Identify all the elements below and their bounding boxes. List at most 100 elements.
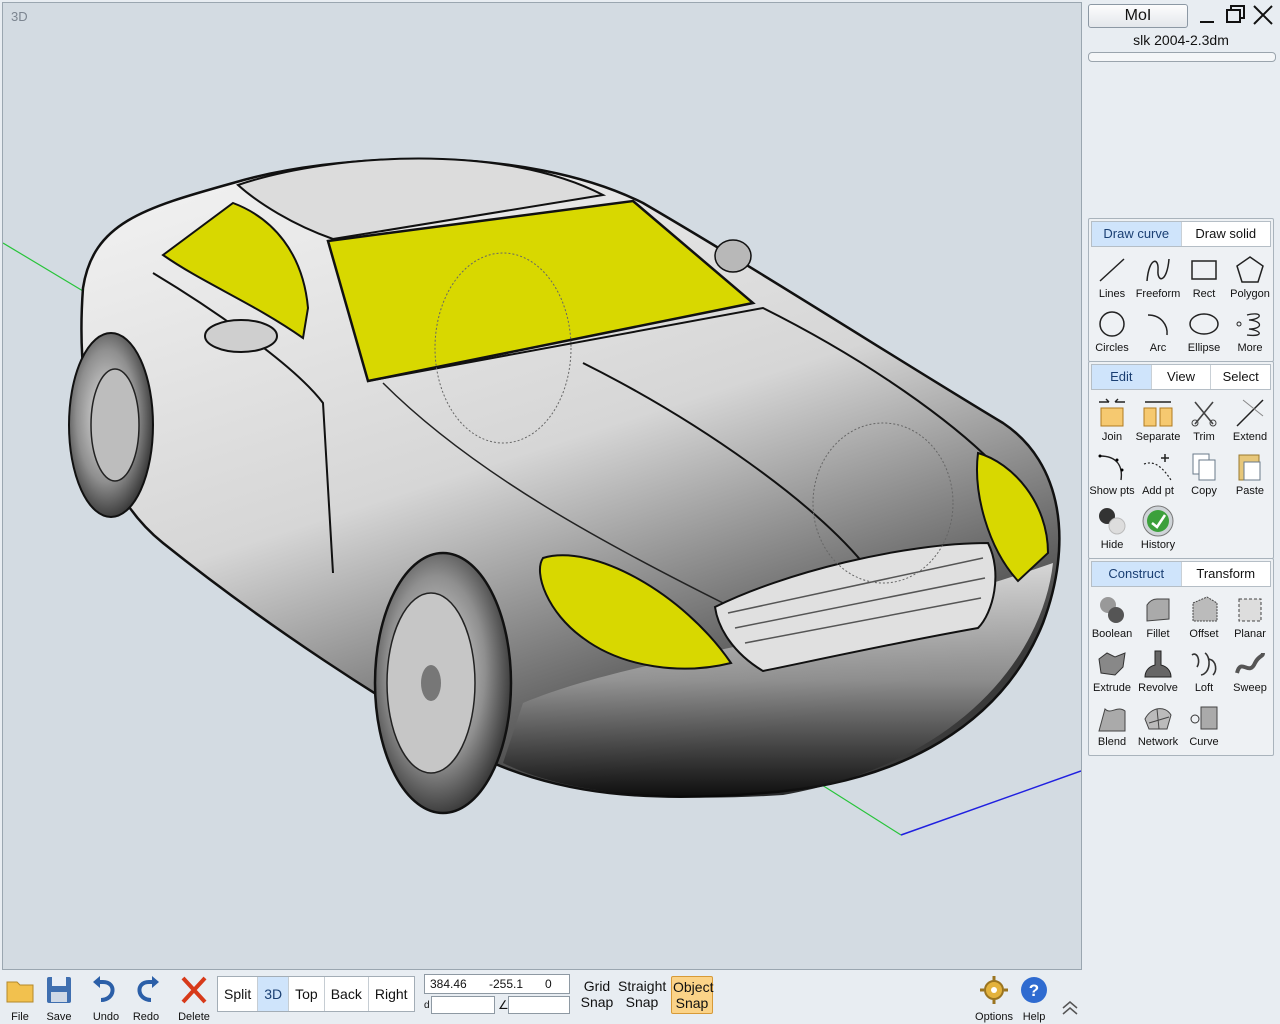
freeform-button[interactable]: Freeform — [1135, 251, 1181, 305]
car-model-render — [3, 157, 1081, 836]
curve-icon — [1190, 706, 1218, 730]
delete-icon — [181, 976, 207, 1004]
circles-button[interactable]: Circles — [1089, 305, 1135, 359]
undo-button[interactable]: Undo — [84, 974, 128, 1023]
curve-button[interactable]: Curve — [1181, 699, 1227, 753]
trim-icon — [1191, 401, 1217, 427]
view-right-button[interactable]: Right — [369, 977, 414, 1011]
extrude-button[interactable]: Extrude — [1089, 645, 1135, 699]
file-button[interactable]: File — [0, 974, 42, 1023]
help-button[interactable]: ? Help — [1012, 974, 1056, 1023]
offset-button[interactable]: Offset — [1181, 591, 1227, 645]
minimize-icon[interactable] — [1194, 2, 1220, 28]
copy-button[interactable]: Copy — [1181, 448, 1227, 502]
view-3d-button[interactable]: 3D — [258, 977, 290, 1011]
redo-button[interactable]: Redo — [124, 974, 168, 1023]
viewport-3d[interactable]: 3D — [2, 2, 1082, 970]
ellipse-button[interactable]: Ellipse — [1181, 305, 1227, 359]
join-button[interactable]: Join — [1089, 394, 1135, 448]
copy-icon — [1192, 453, 1216, 481]
rect-button[interactable]: Rect — [1181, 251, 1227, 305]
revolve-button[interactable]: Revolve — [1135, 645, 1181, 699]
arc-icon — [1147, 314, 1168, 336]
revolve-icon — [1144, 650, 1172, 678]
delete-button[interactable]: Delete — [172, 974, 216, 1023]
blend-icon — [1098, 708, 1126, 732]
command-scrollbar[interactable] — [1088, 52, 1276, 62]
planar-button[interactable]: Planar — [1227, 591, 1273, 645]
tab-draw-solid[interactable]: Draw solid — [1182, 222, 1271, 246]
save-icon — [47, 977, 71, 1003]
join-icon — [1099, 398, 1125, 427]
blend-button[interactable]: Blend — [1089, 699, 1135, 753]
help-icon: ? — [1021, 977, 1047, 1003]
view-split-button[interactable]: Split — [218, 977, 259, 1011]
offset-icon — [1192, 596, 1218, 622]
tab-construct[interactable]: Construct — [1092, 562, 1182, 586]
fillet-icon — [1146, 598, 1170, 622]
angle-input[interactable] — [508, 996, 570, 1014]
freeform-icon — [1146, 258, 1170, 282]
sweep-button[interactable]: Sweep — [1227, 645, 1273, 699]
paste-icon — [1238, 454, 1261, 481]
folder-icon — [6, 981, 34, 1003]
tab-select[interactable]: Select — [1211, 365, 1270, 389]
tab-edit[interactable]: Edit — [1092, 365, 1152, 389]
circle-icon — [1099, 311, 1125, 337]
chevron-up-icon[interactable] — [1060, 998, 1080, 1018]
restore-icon[interactable] — [1222, 2, 1248, 28]
lines-button[interactable]: Lines — [1089, 251, 1135, 305]
arc-button[interactable]: Arc — [1135, 305, 1181, 359]
history-button[interactable]: History — [1135, 502, 1181, 556]
separate-button[interactable]: Separate — [1135, 394, 1181, 448]
svg-text:?: ? — [1029, 981, 1039, 1000]
polygon-button[interactable]: Polygon — [1227, 251, 1273, 305]
grid-snap-toggle[interactable]: Grid Snap — [578, 978, 616, 1010]
hide-icon — [1099, 508, 1126, 535]
hide-button[interactable]: Hide — [1089, 502, 1135, 556]
show-points-button[interactable]: Show pts — [1089, 448, 1135, 502]
coord-z: 0 — [545, 977, 552, 991]
fillet-button[interactable]: Fillet — [1135, 591, 1181, 645]
extrude-icon — [1098, 652, 1126, 676]
loft-button[interactable]: Loft — [1181, 645, 1227, 699]
close-icon[interactable] — [1250, 2, 1276, 28]
tab-transform[interactable]: Transform — [1182, 562, 1271, 586]
network-icon — [1144, 708, 1172, 730]
distance-input[interactable] — [431, 996, 495, 1014]
draw-palette: Draw curve Draw solid Lines Freeform Rec… — [1088, 218, 1274, 362]
extend-button[interactable]: Extend — [1227, 394, 1273, 448]
bottom-toolbar: File Save Undo Redo Delete Split 3D Top … — [0, 970, 1280, 1024]
network-button[interactable]: Network — [1135, 699, 1181, 753]
trim-button[interactable]: Trim — [1181, 394, 1227, 448]
xyz-readout[interactable]: 384.46 -255.1 0 — [424, 974, 570, 994]
extend-icon — [1236, 399, 1264, 427]
boolean-icon — [1100, 597, 1124, 623]
edit-tools-grid: Join Separate Trim Extend Show pts Add p… — [1089, 392, 1273, 558]
tab-draw-curve[interactable]: Draw curve — [1092, 222, 1182, 246]
document-name: slk 2004-2.3dm — [1133, 32, 1229, 48]
redo-icon — [137, 976, 159, 1002]
sweep-icon — [1235, 652, 1265, 674]
add-point-button[interactable]: Add pt — [1135, 448, 1181, 502]
ellipse-icon — [1189, 313, 1219, 335]
side-panel: MoI slk 2004-2.3dm Draw curve Draw solid… — [1084, 0, 1280, 968]
gear-icon — [980, 976, 1008, 1004]
tab-view[interactable]: View — [1152, 365, 1212, 389]
more-curves-button[interactable]: More — [1227, 305, 1273, 359]
paste-button[interactable]: Paste — [1227, 448, 1273, 502]
app-menu-button[interactable]: MoI — [1088, 4, 1188, 28]
view-back-button[interactable]: Back — [325, 977, 369, 1011]
save-button[interactable]: Save — [37, 974, 81, 1023]
y-axis-line — [3, 242, 84, 292]
coordinate-input: 384.46 -255.1 0 d ∠ — [424, 974, 570, 1014]
show-points-icon — [1098, 454, 1124, 481]
object-snap-toggle[interactable]: Object Snap — [671, 976, 713, 1014]
view-top-button[interactable]: Top — [289, 977, 325, 1011]
viewport-label: 3D — [11, 9, 28, 24]
coord-x: 384.46 — [430, 977, 467, 991]
construct-palette: Construct Transform Boolean Fillet Offse… — [1088, 558, 1274, 756]
options-button[interactable]: Options — [972, 974, 1016, 1023]
boolean-button[interactable]: Boolean — [1089, 591, 1135, 645]
straight-snap-toggle[interactable]: Straight Snap — [618, 978, 666, 1010]
